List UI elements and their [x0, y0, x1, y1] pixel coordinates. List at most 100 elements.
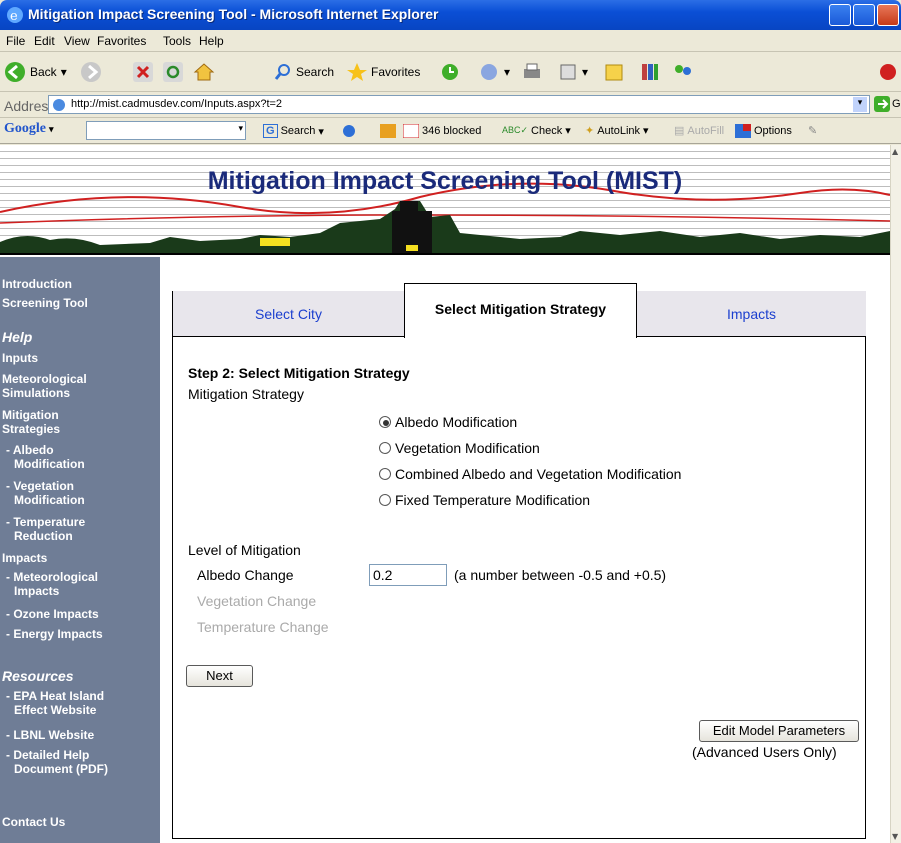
- go-arrow-icon: [874, 96, 890, 112]
- pdf-button[interactable]: [878, 60, 898, 84]
- options-button[interactable]: Options: [735, 124, 792, 138]
- albedo-hint: (a number between -0.5 and +0.5): [454, 567, 667, 583]
- go-button[interactable]: Go: [874, 96, 901, 112]
- radio-button[interactable]: [379, 416, 391, 428]
- site-banner: Mitigation Impact Screening Tool (MIST): [0, 145, 890, 255]
- radio-button[interactable]: [379, 468, 391, 480]
- menu-favorites[interactable]: Favorites: [97, 34, 146, 48]
- home-button[interactable]: [193, 60, 215, 84]
- refresh-button[interactable]: [163, 60, 183, 84]
- chevron-down-icon: ▾: [60, 65, 67, 79]
- radio-combined-modification[interactable]: Combined Albedo and Vegetation Modificat…: [379, 466, 681, 482]
- page-content: Mitigation Impact Screening Tool (MIST) …: [0, 145, 890, 843]
- nav-energy-impacts[interactable]: - Energy Impacts: [0, 627, 160, 641]
- nav-screening-tool[interactable]: Screening Tool: [0, 296, 160, 310]
- nav-mitigation-strategies[interactable]: Mitigation Strategies: [0, 408, 160, 436]
- home-icon: [193, 63, 215, 81]
- scroll-up-icon[interactable]: ▲: [892, 147, 898, 156]
- nav-epa-website[interactable]: - EPA Heat Island Effect Website: [0, 689, 160, 717]
- left-nav: Introduction Screening Tool Help Inputs …: [0, 257, 160, 843]
- nav-ozone-impacts[interactable]: - Ozone Impacts: [0, 607, 160, 621]
- mail-button[interactable]: ▾: [478, 60, 510, 84]
- menu-help[interactable]: Help: [199, 34, 224, 48]
- menu-view[interactable]: View: [64, 34, 90, 48]
- ie-icon: e: [7, 7, 23, 24]
- radio-button[interactable]: [379, 442, 391, 454]
- pagerank-icon[interactable]: [380, 124, 396, 138]
- edit-button[interactable]: ▾: [558, 60, 588, 84]
- radio-button[interactable]: [379, 494, 391, 506]
- popup-blocker[interactable]: 346 blocked: [403, 124, 481, 138]
- search-icon: [274, 64, 290, 80]
- books-icon: [642, 64, 658, 80]
- scroll-down-icon[interactable]: ▼: [892, 832, 898, 841]
- nav-temperature[interactable]: - Temperature Reduction: [0, 515, 160, 543]
- favorites-button[interactable]: Favorites: [347, 60, 420, 84]
- history-button[interactable]: [440, 60, 460, 84]
- forward-button[interactable]: [80, 60, 102, 84]
- google-search-input[interactable]: ▾: [86, 121, 246, 140]
- nav-help-heading: Help: [2, 329, 33, 345]
- globe-icon[interactable]: [342, 124, 356, 138]
- menu-bar: File Edit View Favorites Tools Help: [0, 30, 901, 52]
- nav-vegetation[interactable]: - Vegetation Modification: [0, 479, 160, 507]
- vertical-scrollbar[interactable]: ▲ ▼: [890, 145, 901, 843]
- back-button[interactable]: Back ▾: [4, 60, 67, 84]
- stop-icon: [133, 62, 153, 82]
- page-title: Mitigation Impact Screening Tool (MIST): [207, 167, 683, 195]
- chevron-down-icon[interactable]: ▾: [853, 97, 867, 112]
- stop-button[interactable]: [133, 60, 153, 84]
- radio-albedo-modification[interactable]: Albedo Modification: [379, 414, 517, 430]
- research-button[interactable]: [640, 60, 660, 84]
- nav-met-simulations[interactable]: Meteorological Simulations: [0, 372, 160, 400]
- tab-impacts[interactable]: Impacts: [637, 291, 866, 337]
- menu-file[interactable]: File: [6, 34, 25, 48]
- svg-text:e: e: [10, 9, 18, 24]
- radio-vegetation-modification[interactable]: Vegetation Modification: [379, 440, 540, 456]
- nav-detailed-help[interactable]: - Detailed Help Document (PDF): [0, 748, 160, 776]
- pdf-icon: [880, 64, 896, 80]
- google-search-button[interactable]: G Search ▾: [263, 124, 324, 138]
- autofill-button[interactable]: ▤ AutoFill: [674, 124, 724, 138]
- edit-model-parameters-button[interactable]: Edit Model Parameters: [699, 720, 859, 742]
- nav-albedo[interactable]: - Albedo Modification: [0, 443, 160, 471]
- folder-icon: [605, 64, 623, 81]
- pencil-icon[interactable]: ✎: [808, 124, 817, 137]
- next-button[interactable]: Next: [186, 665, 253, 687]
- messenger-button[interactable]: [672, 60, 694, 84]
- nav-inputs[interactable]: Inputs: [0, 351, 160, 365]
- strategy-label: Mitigation Strategy: [188, 386, 304, 402]
- radio-fixed-temperature[interactable]: Fixed Temperature Modification: [379, 492, 590, 508]
- tab-select-mitigation-strategy[interactable]: Select Mitigation Strategy: [404, 283, 637, 338]
- close-button[interactable]: [877, 4, 899, 26]
- back-arrow-icon: [5, 62, 25, 82]
- menu-tools[interactable]: Tools: [163, 34, 191, 48]
- nav-introduction[interactable]: Introduction: [0, 277, 160, 291]
- city-skyline-illustration: [0, 182, 890, 253]
- blocked-icon: [403, 124, 419, 138]
- spell-check-button[interactable]: ABC✓ Check ▾: [502, 124, 571, 138]
- chevron-down-icon[interactable]: ▾: [238, 123, 243, 134]
- minimize-button[interactable]: [829, 4, 851, 26]
- forward-arrow-icon: [81, 62, 101, 82]
- temperature-change-label: Temperature Change: [197, 619, 329, 635]
- search-button[interactable]: Search: [274, 60, 334, 84]
- tab-select-city[interactable]: Select City: [173, 291, 404, 337]
- edit-page-icon: [560, 64, 576, 80]
- page-icon: [53, 99, 65, 111]
- nav-lbnl-website[interactable]: - LBNL Website: [0, 728, 160, 742]
- nav-contact-us[interactable]: Contact Us: [0, 815, 160, 829]
- nav-met-impacts[interactable]: - Meteorological Impacts: [0, 570, 160, 598]
- autolink-button[interactable]: ✦ AutoLink ▾: [585, 124, 649, 138]
- toolbar: Back ▾ Search Favorites ▾ ▾: [0, 52, 901, 92]
- print-button[interactable]: [522, 60, 542, 84]
- albedo-change-input[interactable]: 0.2: [369, 564, 447, 586]
- notes-button[interactable]: [604, 60, 624, 84]
- menu-edit[interactable]: Edit: [34, 34, 55, 48]
- address-input[interactable]: http://mist.cadmusdev.com/Inputs.aspx?t=…: [48, 95, 870, 114]
- vegetation-change-label: Vegetation Change: [197, 593, 317, 609]
- maximize-button[interactable]: [853, 4, 875, 26]
- nav-impacts[interactable]: Impacts: [0, 551, 160, 565]
- level-label: Level of Mitigation: [188, 542, 301, 558]
- google-logo[interactable]: Google ▾: [4, 121, 54, 137]
